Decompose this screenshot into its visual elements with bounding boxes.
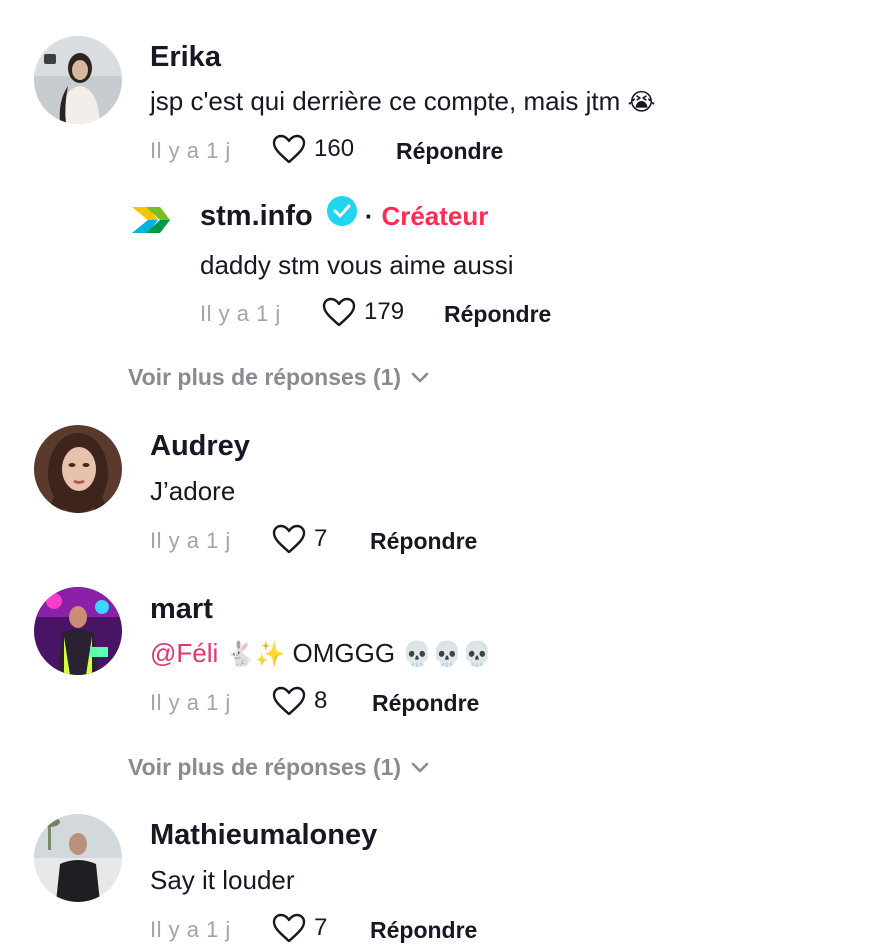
comment-body: jsp c'est qui derrière ce compte, mais j… [150,86,621,116]
comment-author-name[interactable]: Erika [150,41,221,74]
reply-button[interactable]: Répondre [372,690,479,717]
reply-button[interactable]: Répondre [396,138,503,165]
comment-timestamp: Il y a 1 j [150,917,231,942]
chevron-down-icon [411,762,429,772]
view-more-replies[interactable]: Voir plus de réponses (1) [128,754,429,781]
reply-button[interactable]: Répondre [370,528,477,555]
comment-text: jsp c'est qui derrière ce compte, mais j… [150,86,656,117]
crying-emoji: 😭 [627,88,656,116]
creator-label: Créateur [381,201,489,231]
heart-outline-icon [322,297,356,327]
avatar-mathieumaloney[interactable] [34,814,122,902]
reply-button[interactable]: Répondre [370,917,477,944]
comment-timestamp: Il y a 1 j [150,138,231,163]
reply-header: stm.info · Créateur [200,195,489,233]
like-count: 8 [314,687,328,714]
reply-text: daddy stm vous aime aussi [200,250,514,280]
heart-outline-icon [272,686,306,716]
comment-body: OMGGG [292,638,396,668]
like-count: 7 [314,525,328,552]
view-more-replies-label: Voir plus de réponses (1) [128,754,402,780]
heart-outline-icon [272,134,306,164]
like-button[interactable]: 179 [322,297,404,327]
view-more-replies[interactable]: Voir plus de réponses (1) [128,364,429,391]
avatar-mathieumaloney-image [34,814,122,902]
stm-logo[interactable] [130,203,174,237]
verified-check-icon [326,195,357,226]
view-more-replies-label: Voir plus de réponses (1) [128,364,402,390]
like-button[interactable]: 160 [272,134,354,164]
heart-outline-icon [272,913,306,943]
like-count: 160 [314,135,355,162]
rabbit-sparkles-emoji: 🐇✨ [225,640,286,668]
mention-link[interactable]: @Féli [150,638,218,668]
comment-text: J’adore [150,476,236,506]
comment-text: Say it louder [150,865,295,895]
reply-author-name[interactable]: stm.info [200,200,313,233]
chevron-down-icon [411,372,429,382]
comment-author-name[interactable]: Audrey [150,430,250,463]
stm-logo-icon [132,207,170,233]
like-button[interactable]: 7 [272,913,327,943]
cropped-previous-row [150,0,350,6]
avatar-erika-image [34,36,122,124]
comment-author-name[interactable]: mart [150,593,213,626]
like-count: 179 [364,298,405,325]
badge-separator: · [364,201,374,231]
avatar-audrey[interactable] [34,425,122,513]
like-button[interactable]: 7 [272,524,327,554]
reply-timestamp: Il y a 1 j [200,301,281,326]
heart-outline-icon [272,524,306,554]
comment-author-name[interactable]: Mathieumaloney [150,819,377,852]
avatar-mart-image [34,587,122,675]
avatar-erika[interactable] [34,36,122,124]
like-button[interactable]: 8 [272,686,327,716]
reply-button[interactable]: Répondre [444,301,551,328]
like-count: 7 [314,914,328,941]
skull-emoji: 💀💀💀 [402,640,492,668]
cropped-row-fragments-icon [150,0,350,6]
comment-timestamp: Il y a 1 j [150,690,231,715]
comment-text: @Féli 🐇✨ OMGGG 💀💀💀 [150,638,492,669]
avatar-mart[interactable] [34,587,122,675]
comment-timestamp: Il y a 1 j [150,528,231,553]
avatar-audrey-image [34,425,122,513]
